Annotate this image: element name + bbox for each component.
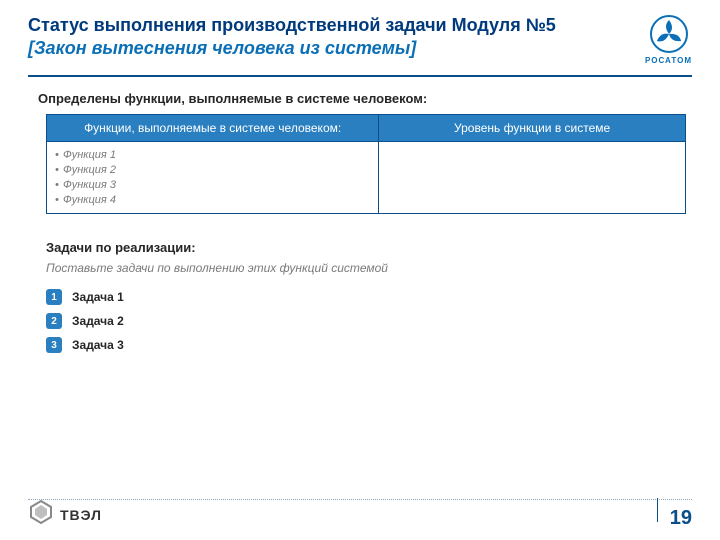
tasks-note: Поставьте задачи по выполнению этих функ… <box>46 261 692 275</box>
slide: Статус выполнения производственной задач… <box>0 0 720 540</box>
page-separator <box>657 498 658 522</box>
rosatom-icon <box>645 14 692 54</box>
table-header-level: Уровень функции в системе <box>379 115 686 142</box>
function-item: Функция 4 <box>55 193 370 208</box>
task-label: Задача 2 <box>72 314 124 328</box>
tasks-heading: Задачи по реализации: <box>46 240 692 255</box>
task-label: Задача 3 <box>72 338 124 352</box>
header: Статус выполнения производственной задач… <box>28 14 692 65</box>
functions-heading: Определены функции, выполняемые в систем… <box>38 91 692 106</box>
header-rule <box>28 75 692 77</box>
task-badge: 3 <box>46 337 62 353</box>
logo-tvel-label: ТВЭЛ <box>60 507 102 523</box>
title-block: Статус выполнения производственной задач… <box>28 14 556 59</box>
page-title-line2: [Закон вытеснения человека из системы] <box>28 37 556 60</box>
task-row: 3 Задача 3 <box>46 337 692 353</box>
logo-rosatom: РОСАТОМ <box>645 14 692 65</box>
tvel-icon <box>28 499 54 530</box>
footer: ТВЭЛ 19 <box>0 499 720 530</box>
task-badge: 2 <box>46 313 62 329</box>
task-badge: 1 <box>46 289 62 305</box>
tasks-list: 1 Задача 1 2 Задача 2 3 Задача 3 <box>46 289 692 353</box>
logo-rosatom-label: РОСАТОМ <box>645 56 692 65</box>
function-item: Функция 1 <box>55 148 370 163</box>
table-header-functions: Функции, выполняемые в системе человеком… <box>47 115 379 142</box>
table-row: Функция 1 Функция 2 Функция 3 Функция 4 <box>47 142 686 214</box>
table-cell-functions: Функция 1 Функция 2 Функция 3 Функция 4 <box>47 142 379 214</box>
function-item: Функция 3 <box>55 178 370 193</box>
task-label: Задача 1 <box>72 290 124 304</box>
task-row: 2 Задача 2 <box>46 313 692 329</box>
task-row: 1 Задача 1 <box>46 289 692 305</box>
page-title-line1: Статус выполнения производственной задач… <box>28 14 556 37</box>
table-cell-level <box>379 142 686 214</box>
functions-table: Функции, выполняемые в системе человеком… <box>46 114 686 214</box>
logo-tvel: ТВЭЛ <box>28 499 102 530</box>
function-item: Функция 2 <box>55 163 370 178</box>
page-number: 19 <box>670 507 692 530</box>
